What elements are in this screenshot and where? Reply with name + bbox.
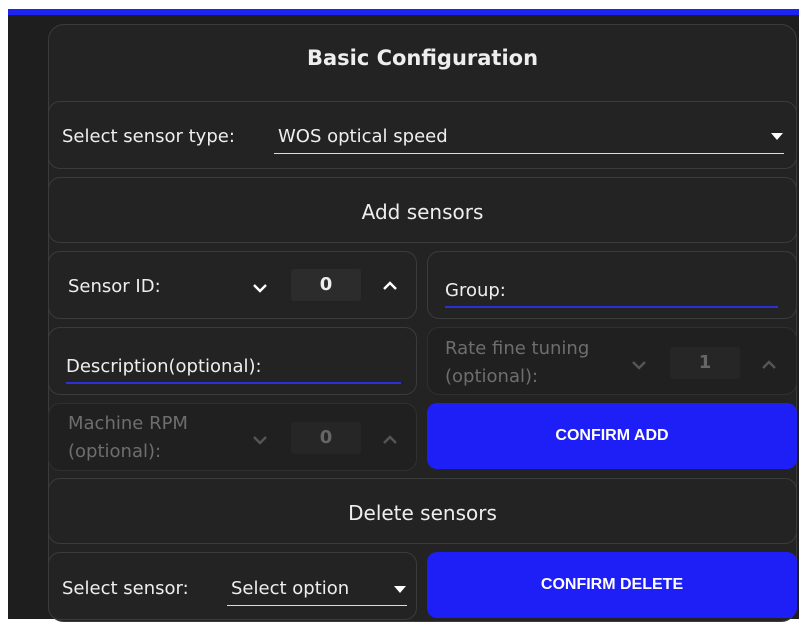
basic-configuration-title: Basic Configuration: [306, 46, 539, 70]
confirm-add-button[interactable]: CONFIRM ADD: [427, 403, 797, 469]
description-field: Description(optional):: [48, 327, 417, 395]
rate-value[interactable]: 1: [670, 347, 740, 379]
select-sensor-value: Select option: [231, 578, 350, 599]
group-label: Group:: [445, 280, 506, 301]
select-sensor-underline: [227, 605, 407, 606]
sensor-type-select[interactable]: WOS optical speed: [274, 114, 784, 158]
sensor-type-value: WOS optical speed: [278, 126, 448, 147]
rate-label-line1: Rate fine tuning: [445, 338, 590, 359]
app-background: Basic Configuration Select sensor type: …: [8, 15, 799, 622]
rpm-value[interactable]: 0: [291, 422, 361, 454]
select-sensor-field: Select sensor: Select option: [48, 552, 417, 620]
delete-sensors-header: Delete sensors: [48, 478, 797, 544]
dropdown-arrow-icon: [394, 586, 406, 593]
rpm-label-line1: Machine RPM: [68, 413, 188, 434]
add-sensors-header: Add sensors: [48, 177, 797, 243]
description-underline: [66, 382, 401, 384]
increment-chevron-up-icon[interactable]: [381, 277, 399, 295]
increment-chevron-up-icon[interactable]: [381, 431, 399, 449]
select-sensor-dropdown[interactable]: Select option: [227, 566, 407, 610]
description-label: Description(optional):: [66, 356, 262, 377]
sensor-type-row: Select sensor type: WOS optical speed: [48, 101, 797, 169]
sensor-id-value[interactable]: 0: [291, 269, 361, 301]
add-sensors-title: Add sensors: [361, 200, 484, 224]
sensor-id-field: Sensor ID: 0: [48, 251, 417, 319]
group-underline: [445, 306, 778, 308]
group-field: Group:: [427, 251, 797, 319]
decrement-chevron-down-icon[interactable]: [251, 431, 269, 449]
screen: Basic Configuration Select sensor type: …: [0, 0, 799, 625]
rate-label-line2: (optional):: [445, 366, 539, 387]
description-input[interactable]: Description(optional):: [66, 342, 401, 386]
confirm-delete-button[interactable]: CONFIRM DELETE: [427, 552, 797, 618]
group-input[interactable]: Group:: [445, 266, 778, 310]
top-strip: [0, 0, 799, 8]
dropdown-arrow-icon: [771, 133, 783, 140]
machine-rpm-field: Machine RPM (optional): 0: [48, 403, 417, 471]
sensor-type-underline: [274, 153, 784, 154]
select-sensor-label: Select sensor:: [62, 578, 189, 599]
increment-chevron-up-icon[interactable]: [760, 356, 778, 374]
decrement-chevron-down-icon[interactable]: [630, 356, 648, 374]
decrement-chevron-down-icon[interactable]: [251, 279, 269, 297]
rpm-label-line2: (optional):: [68, 441, 162, 462]
delete-sensors-title: Delete sensors: [348, 501, 497, 525]
sensor-type-label: Select sensor type:: [62, 126, 235, 147]
rate-fine-tuning-field: Rate fine tuning (optional): 1: [427, 327, 797, 395]
sensor-id-label: Sensor ID:: [68, 276, 161, 297]
